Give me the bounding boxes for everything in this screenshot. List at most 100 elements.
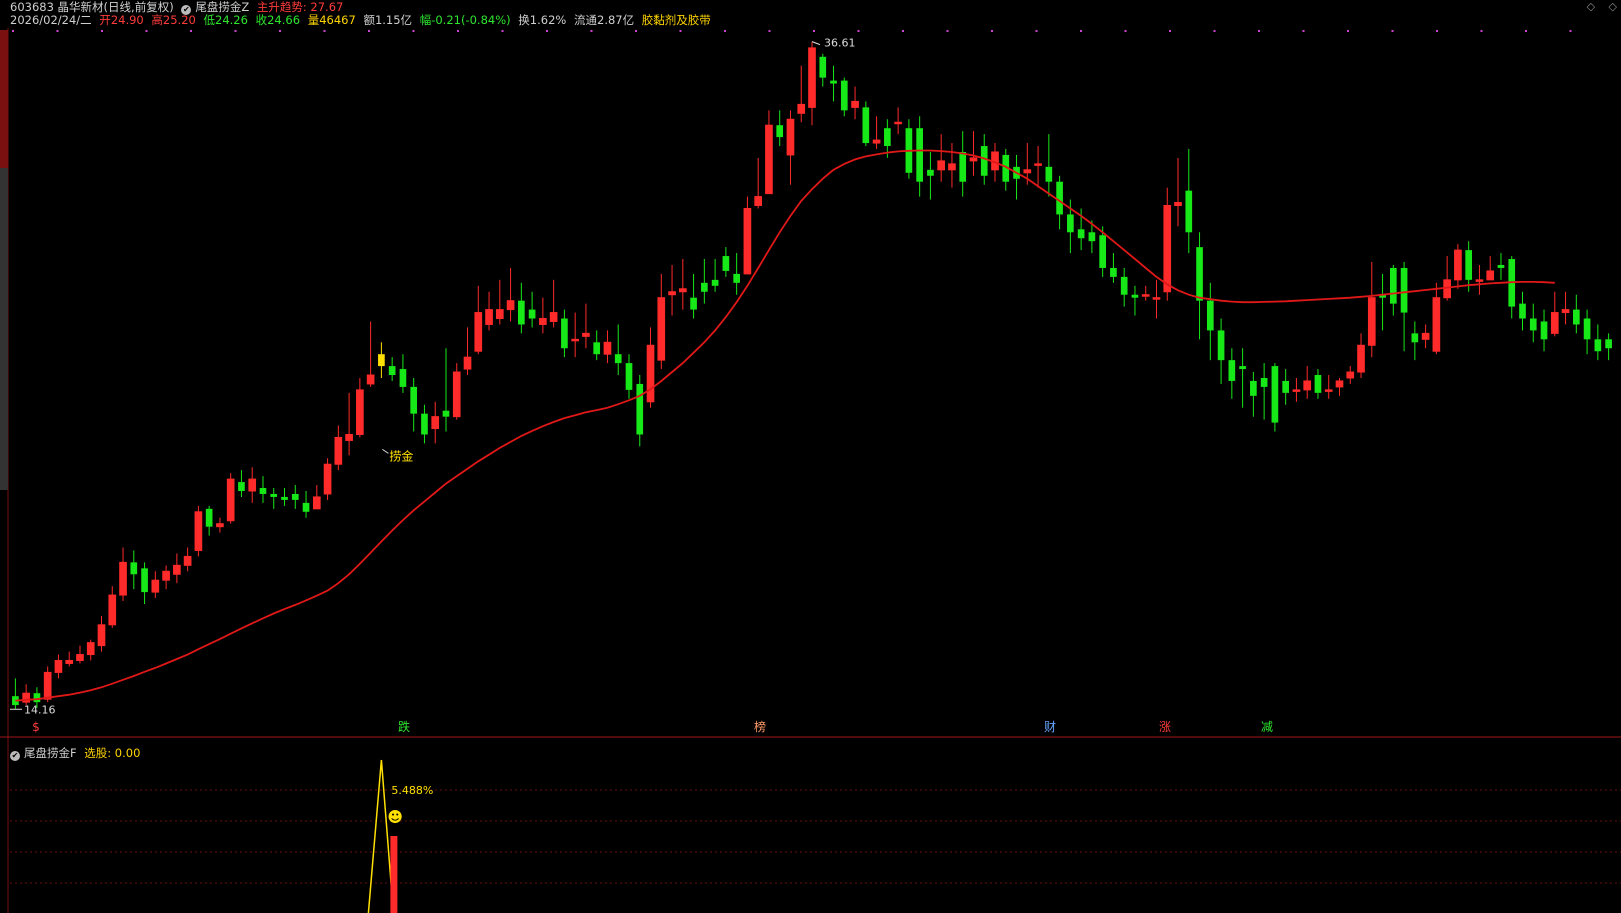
top-dot: [12, 30, 14, 32]
candle-body: [1228, 360, 1236, 381]
sub-chart-header: ✔ 尾盘捞金F 选股: 0.00: [10, 746, 144, 761]
candle-body: [119, 561, 127, 596]
candle-body: [302, 502, 310, 512]
top-dot: [768, 30, 771, 32]
candle-body: [1346, 371, 1355, 379]
bottom-marker: $: [32, 720, 40, 734]
candle-body: [65, 659, 74, 664]
candle-body: [1056, 181, 1063, 215]
top-dot: [1302, 30, 1305, 32]
candle-body: [1141, 294, 1150, 297]
select-value: 选股: 0.00: [84, 746, 141, 760]
candle-body: [668, 291, 676, 296]
candle-body: [1206, 300, 1214, 331]
candle-body: [1196, 247, 1203, 301]
candle-body: [894, 121, 902, 125]
top-dot: [190, 30, 192, 32]
candle-body: [603, 341, 612, 355]
sub-indicator-name[interactable]: 尾盘捞金F: [24, 746, 77, 760]
sub-indicator-toggle-icon[interactable]: ✔: [10, 751, 20, 761]
candle-body: [183, 555, 192, 566]
candle-body: [1400, 267, 1408, 313]
top-dot: [234, 30, 237, 32]
candle-body: [431, 416, 440, 430]
top-dot: [679, 30, 682, 32]
max-price-label: 36.61: [824, 37, 856, 50]
candle-body: [270, 493, 278, 497]
candle-body: [797, 103, 806, 114]
candle-body: [1443, 279, 1451, 299]
kline-chart[interactable]: 36.61 14.16 捞金 $ 跌 榜 财 涨 减 5.488% ☻: [0, 0, 1621, 913]
quote-close: 收24.66: [255, 13, 301, 27]
candle-body: [1583, 318, 1591, 340]
candle-body: [1497, 264, 1505, 268]
quote-amount: 额1.15亿: [363, 13, 413, 27]
bottom-marker: 榜: [754, 719, 766, 734]
candle-body: [410, 386, 418, 414]
top-dot: [1213, 30, 1216, 32]
concept-tag[interactable]: 胶黏剂及胶带: [642, 13, 711, 27]
candle-body: [636, 383, 644, 435]
candle-body: [862, 107, 870, 144]
candle-body: [1550, 312, 1559, 334]
candle-body: [1292, 389, 1301, 392]
candle-body: [528, 309, 536, 319]
top-dot: [813, 30, 815, 32]
top-dot: [101, 30, 103, 32]
left-tab-strip[interactable]: [0, 30, 8, 490]
candle-body: [399, 369, 407, 387]
bottom-marker: 跌: [398, 719, 410, 734]
candle-body: [356, 389, 364, 435]
candle-body: [1239, 366, 1246, 370]
top-dot: [946, 30, 949, 32]
candle-body: [1540, 321, 1548, 340]
candle-body: [722, 256, 730, 271]
candle-body: [1486, 270, 1495, 281]
candle-body: [980, 146, 988, 176]
top-dot: [857, 30, 860, 32]
candle-body: [884, 128, 891, 147]
quote-open: 开24.90: [99, 13, 144, 27]
candle-body: [1303, 380, 1312, 391]
top-dot: [1525, 30, 1527, 32]
candle-body: [819, 56, 827, 78]
candle-body: [657, 297, 666, 361]
top-dot: [902, 30, 904, 32]
candle-body: [1357, 344, 1365, 373]
candle-body: [1282, 380, 1290, 393]
candle-body: [1572, 309, 1580, 325]
candle-body: [1432, 297, 1441, 352]
candle-body: [830, 80, 837, 84]
candle-body: [754, 196, 763, 207]
candle-body: [238, 482, 245, 491]
diamond-icon[interactable]: ◇: [1587, 0, 1595, 13]
candle-body: [1475, 279, 1484, 282]
candle-body: [927, 169, 934, 176]
top-dot: [1124, 30, 1127, 32]
stock-title: 603683 晶华新材(日线,前复权): [10, 0, 174, 14]
candle-body: [323, 463, 332, 495]
top-dot: [279, 30, 281, 32]
candle-body: [43, 671, 52, 700]
candle-body: [97, 624, 106, 647]
candle-body: [345, 433, 353, 441]
candle-body: [518, 300, 525, 325]
signal-label: 捞金: [389, 448, 413, 463]
candle-body: [776, 125, 784, 138]
candle-body: [312, 496, 321, 510]
indicator-name[interactable]: 尾盘捞金Z: [195, 0, 249, 14]
candle-body: [33, 693, 41, 703]
candle-body: [711, 279, 719, 286]
candle-body: [851, 100, 859, 108]
candle-body: [1110, 267, 1117, 277]
candle-body: [226, 478, 235, 522]
candle-body: [840, 80, 848, 111]
candle-body: [1529, 318, 1537, 331]
candle-body: [593, 342, 601, 355]
candle-body: [1131, 294, 1139, 298]
candle-body: [959, 151, 967, 182]
candle-body: [582, 332, 590, 337]
diamond-icon[interactable]: ◇: [1609, 0, 1617, 13]
smiley-icon: ☻: [387, 808, 403, 826]
quote-change: 幅-0.21(-0.84%): [419, 13, 511, 27]
